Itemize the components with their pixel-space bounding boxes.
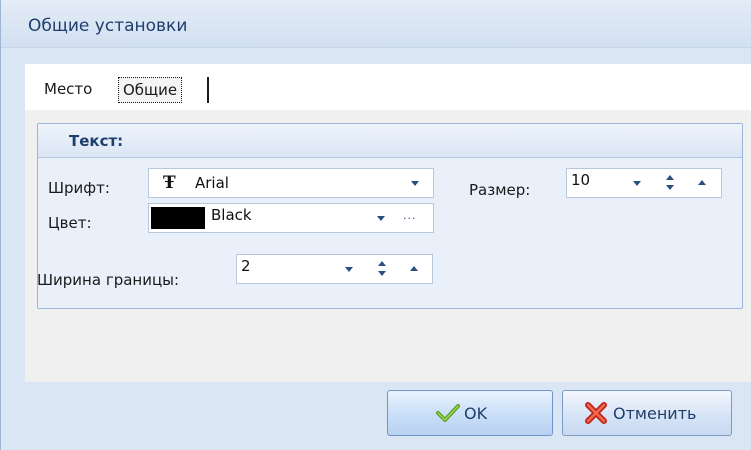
cancel-x-icon [585,402,607,424]
border-width-label: Ширина границы: [37,271,180,289]
color-value: Black [211,206,252,224]
ok-button-label: OK [464,404,488,423]
dialog-window: Общие установки Место Общие Текст: Шрифт… [0,0,751,450]
checkmark-icon [436,404,460,422]
size-spin-edit[interactable]: 10 [566,168,722,198]
color-swatch [151,207,205,229]
border-width-increment-icon[interactable] [410,266,418,271]
color-ellipsis-icon[interactable]: ··· [403,212,417,225]
text-group-title: Текст: [69,132,124,150]
font-combo[interactable]: Ŧ Arial [148,168,434,198]
size-value: 10 [571,171,591,189]
border-width-spin-edit[interactable]: 2 [236,254,433,284]
window-title: Общие установки [28,16,188,36]
font-T-icon: Ŧ [163,173,176,193]
tab-strip: Место Общие [25,64,751,110]
tab-separator [207,77,209,103]
ok-button[interactable]: OK [387,390,553,436]
color-dropdown-arrow-icon[interactable] [377,216,385,221]
font-value: Arial [195,174,229,192]
tab-general[interactable]: Общие [118,77,183,103]
size-increment-icon[interactable] [698,180,706,185]
font-label: Шрифт: [48,179,110,197]
cancel-button[interactable]: Отменить [562,390,732,436]
size-spin-icon[interactable] [665,173,675,193]
text-group-header: Текст: [38,124,742,158]
size-label: Размер: [469,181,531,199]
dialog-content: Место Общие Текст: Шрифт: Ŧ Arial Размер… [25,64,751,382]
color-label: Цвет: [48,214,92,232]
size-dropdown-arrow-icon[interactable] [633,181,641,186]
color-combo[interactable]: Black ··· [148,203,434,233]
border-width-dropdown-arrow-icon[interactable] [345,267,353,272]
title-bar[interactable]: Общие установки [1,0,751,48]
border-width-spin-icon[interactable] [377,259,387,279]
tab-place[interactable]: Место [41,77,95,103]
font-dropdown-arrow-icon[interactable] [411,181,419,186]
border-width-value: 2 [241,257,251,275]
cancel-button-label: Отменить [613,404,697,423]
